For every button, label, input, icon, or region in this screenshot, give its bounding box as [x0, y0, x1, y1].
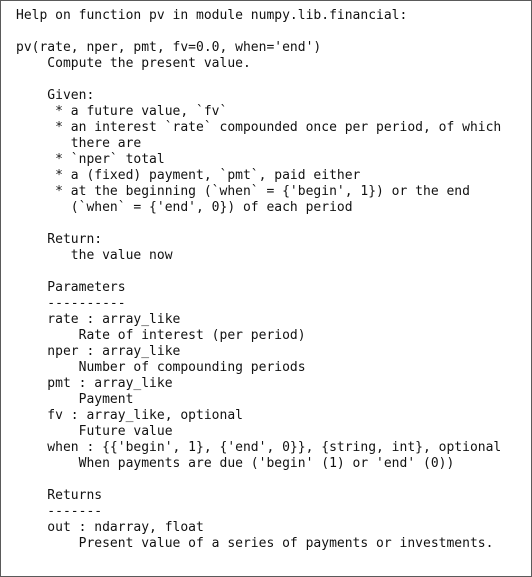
- help-line: Number of compounding periods: [16, 360, 306, 375]
- help-line: * a future value, `fv`: [16, 104, 228, 119]
- help-line: pv(rate, nper, pmt, fv=0.0, when='end'): [16, 40, 322, 55]
- help-line: * `nper` total: [16, 152, 165, 167]
- help-line: Future value: [16, 424, 173, 439]
- help-line: nper : array_like: [16, 344, 181, 359]
- help-line: Given:: [16, 88, 95, 103]
- help-window: Help on function pv in module numpy.lib.…: [0, 0, 532, 577]
- help-line: (`when` = {'end', 0}) of each period: [16, 200, 353, 215]
- help-line: rate : array_like: [16, 312, 181, 327]
- help-line: [16, 472, 531, 488]
- help-line: there are: [16, 136, 142, 151]
- help-line: fv : array_like, optional: [16, 408, 243, 423]
- help-line: [16, 216, 531, 232]
- help-line: [16, 24, 531, 40]
- help-line: ----------: [16, 296, 126, 311]
- help-line: Rate of interest (per period): [16, 328, 306, 343]
- help-line: Returns: [16, 488, 103, 503]
- help-line: out : ndarray, float: [16, 520, 204, 535]
- help-text: Help on function pv in module numpy.lib.…: [1, 1, 531, 552]
- help-line: Parameters: [16, 280, 126, 295]
- help-line: [16, 72, 531, 88]
- help-line: [16, 264, 531, 280]
- help-line: when : {{'begin', 1}, {'end', 0}}, {stri…: [16, 440, 502, 455]
- help-line: When payments are due ('begin' (1) or 'e…: [16, 456, 455, 471]
- help-line: * at the beginning (`when` = {'begin', 1…: [16, 184, 470, 199]
- help-line: Compute the present value.: [16, 56, 251, 71]
- help-line: pmt : array_like: [16, 376, 173, 391]
- help-line: * an interest `rate` compounded once per…: [16, 120, 502, 135]
- help-line: -------: [16, 504, 103, 519]
- help-line: Return:: [16, 232, 103, 247]
- help-line: Present value of a series of payments or…: [16, 536, 494, 551]
- help-line: Payment: [16, 392, 134, 407]
- help-line: * a (fixed) payment, `pmt`, paid either: [16, 168, 361, 183]
- help-line: the value now: [16, 248, 173, 263]
- help-line: Help on function pv in module numpy.lib.…: [16, 8, 408, 23]
